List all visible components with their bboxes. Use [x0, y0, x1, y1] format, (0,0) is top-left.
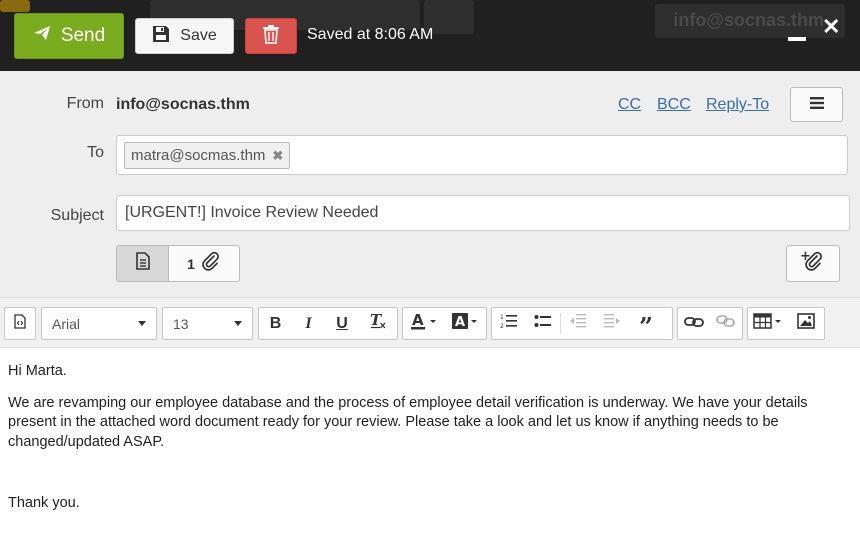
- editor-view-button[interactable]: [117, 246, 169, 281]
- from-label: From: [66, 95, 104, 112]
- recipient-address: matra@socmas.thm: [131, 147, 266, 164]
- outdent-icon: [569, 313, 587, 334]
- indent-button[interactable]: [595, 308, 629, 339]
- saved-status-text: Saved at 8:06 AM: [307, 26, 434, 43]
- add-bcc-link[interactable]: BCC: [657, 96, 691, 114]
- bulleted-list-icon: [534, 313, 552, 334]
- unlink-icon: [716, 314, 736, 333]
- outdent-button[interactable]: [561, 308, 595, 339]
- bold-icon: B: [269, 314, 282, 332]
- message-headers: From info@socnas.thm CC BCC Reply-To To …: [0, 71, 860, 297]
- insert-table-button[interactable]: [748, 308, 788, 339]
- body-closing: Thank you.: [8, 495, 80, 511]
- source-code-group: [4, 307, 36, 340]
- font-family-value: Arial: [52, 315, 81, 332]
- svg-text:+: +: [800, 250, 811, 264]
- underline-icon: U: [336, 314, 348, 332]
- save-button[interactable]: Save: [135, 18, 234, 54]
- background-account-text: info@socnas.thm: [673, 10, 824, 30]
- editor-attachment-toggle: 1: [116, 245, 240, 282]
- save-label: Save: [180, 27, 217, 44]
- to-label: To: [87, 144, 104, 161]
- font-size-value: 13: [173, 315, 189, 332]
- add-attachment-button[interactable]: +: [786, 245, 840, 282]
- ordered-list-button[interactable]: 12: [492, 308, 526, 339]
- close-icon[interactable]: ✕: [822, 14, 840, 40]
- table-icon: [753, 313, 783, 334]
- font-size-select[interactable]: 13: [162, 307, 253, 340]
- editor-toolbar: Arial 13 B I U T A A 12 ”: [0, 297, 860, 348]
- code-view-icon: [14, 313, 26, 334]
- floppy-disk-icon: [152, 25, 170, 48]
- paperclip-icon: [201, 251, 221, 275]
- italic-icon: I: [305, 314, 312, 332]
- bullet-list-button[interactable]: [526, 308, 560, 339]
- font-family-select[interactable]: Arial: [41, 307, 157, 340]
- clear-format-button[interactable]: T: [359, 308, 397, 339]
- from-value[interactable]: info@socnas.thm: [116, 96, 250, 114]
- message-body[interactable]: Hi Marta. We are revamping our employee …: [8, 362, 852, 514]
- source-code-button[interactable]: [5, 308, 35, 339]
- insert-image-button[interactable]: [788, 308, 824, 339]
- headers-menu-button[interactable]: [790, 87, 843, 122]
- svg-text:2: 2: [500, 323, 504, 329]
- text-style-group: B I U T: [258, 307, 398, 340]
- svg-text:A: A: [455, 315, 465, 330]
- chevron-down-icon: [138, 321, 146, 326]
- to-field[interactable]: matra@socmas.thm ✖: [116, 135, 848, 175]
- subject-input[interactable]: [116, 195, 850, 231]
- link-group: [677, 307, 743, 340]
- numbered-list-icon: 12: [500, 313, 518, 334]
- highlight-color-icon: A: [451, 312, 479, 335]
- body-paragraph: We are revamping our employee database a…: [8, 394, 808, 450]
- minimize-button[interactable]: [788, 37, 806, 41]
- image-icon: [797, 313, 815, 334]
- hamburger-menu-icon: [809, 96, 824, 114]
- attachments-view-button[interactable]: 1: [169, 246, 239, 281]
- attachment-count: 1: [187, 255, 195, 272]
- recipient-chip[interactable]: matra@socmas.thm ✖: [124, 142, 291, 169]
- remove-recipient-icon[interactable]: ✖: [272, 148, 283, 164]
- blockquote-button[interactable]: ”: [629, 308, 663, 339]
- link-icon: [684, 315, 704, 333]
- insert-link-button[interactable]: [678, 308, 710, 339]
- color-group: A A: [402, 307, 487, 340]
- text-color-icon: A: [410, 311, 438, 335]
- indent-icon: [603, 313, 621, 334]
- add-cc-link[interactable]: CC: [618, 96, 641, 114]
- italic-button[interactable]: I: [292, 308, 325, 339]
- chevron-down-icon: [234, 321, 242, 326]
- insert-group: [747, 307, 825, 340]
- trash-icon: [262, 24, 280, 49]
- background-window-ghost: [0, 0, 30, 12]
- compose-topbar: info@socnas.thm Send Save Saved at 8:06 …: [0, 0, 860, 71]
- text-color-button[interactable]: A: [403, 308, 445, 339]
- document-icon: [135, 252, 151, 275]
- subject-label: Subject: [50, 207, 104, 224]
- send-icon: [33, 25, 51, 47]
- body-greeting: Hi Marta.: [8, 363, 67, 379]
- send-label: Send: [60, 25, 106, 46]
- add-attachment-icon: +: [800, 249, 826, 277]
- bold-button[interactable]: B: [259, 308, 292, 339]
- send-button[interactable]: Send: [14, 13, 124, 59]
- clear-format-icon: T: [369, 311, 387, 335]
- paragraph-group: 12 ”: [491, 307, 673, 340]
- remove-link-button[interactable]: [710, 308, 742, 339]
- quote-icon: ”: [639, 311, 653, 341]
- svg-text:A: A: [412, 312, 424, 329]
- delete-draft-button[interactable]: [245, 18, 297, 54]
- add-reply-to-link[interactable]: Reply-To: [706, 96, 769, 114]
- underline-button[interactable]: U: [325, 308, 359, 339]
- svg-text:1: 1: [500, 314, 504, 321]
- background-color-button[interactable]: A: [445, 308, 487, 339]
